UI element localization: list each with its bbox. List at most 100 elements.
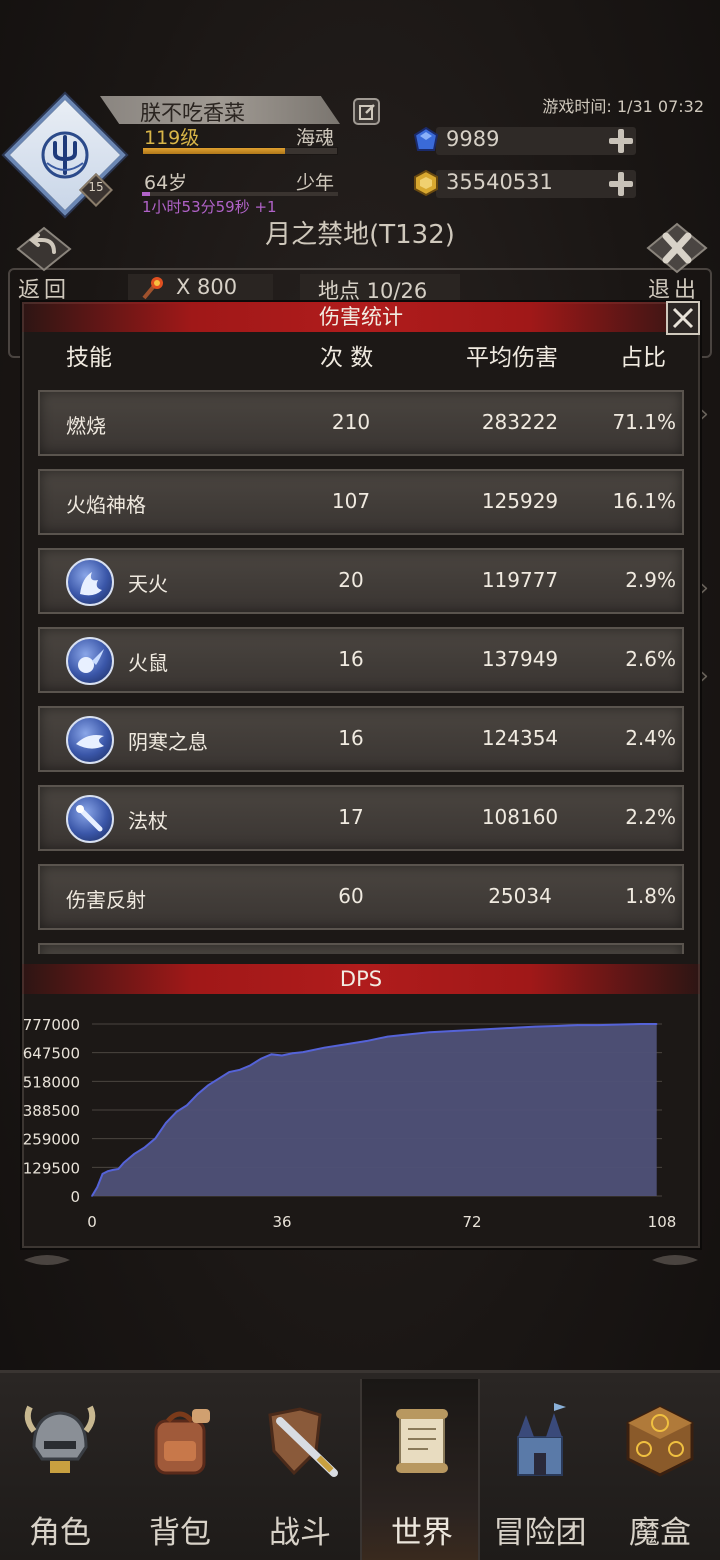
- dps-point: [165, 1122, 167, 1124]
- skill-row[interactable]: 天火 20 119777 2.9%: [38, 548, 684, 614]
- dps-point: [117, 1168, 120, 1170]
- player-level: 119级: [144, 127, 200, 149]
- dps-point: [555, 1025, 558, 1027]
- dps-point: [133, 1153, 136, 1155]
- exit-x-icon[interactable]: [646, 222, 708, 274]
- helmet-icon: [20, 1401, 100, 1481]
- dps-point: [143, 1146, 146, 1149]
- chevron-right-icon[interactable]: ›: [700, 402, 709, 427]
- skill-name: 阴寒之息: [128, 730, 208, 754]
- exit-button[interactable]: 退出: [648, 272, 700, 304]
- dps-point: [154, 1137, 157, 1140]
- dps-point: [249, 1064, 252, 1067]
- skill-count: 16: [338, 647, 364, 671]
- dps-point: [112, 1169, 114, 1171]
- back-arrow-icon[interactable]: [16, 226, 72, 272]
- nav-tab-label: 战斗: [269, 1515, 331, 1551]
- skill-percent: 2.2%: [625, 805, 676, 829]
- chevron-right-icon[interactable]: ›: [700, 664, 709, 689]
- skill-percent: 2.9%: [625, 568, 676, 592]
- backpack-icon: [140, 1401, 220, 1481]
- add-gems-icon[interactable]: [609, 129, 633, 153]
- back-button[interactable]: 返回: [18, 272, 70, 304]
- skill-count: 16: [338, 726, 364, 750]
- dps-point: [196, 1093, 199, 1095]
- dps-point: [597, 1024, 600, 1026]
- dps-point: [450, 1030, 452, 1032]
- dps-point: [238, 1069, 241, 1071]
- dps-point: [228, 1071, 231, 1073]
- dps-point: [655, 1023, 658, 1025]
- skill-row[interactable]: 法杖 17 108160 2.2%: [38, 785, 684, 851]
- scroll-icon: [382, 1401, 462, 1481]
- dps-point: [471, 1029, 473, 1031]
- skill-name: 火鼠: [128, 651, 168, 675]
- skill-percent: 2.4%: [625, 726, 676, 750]
- dps-point: [640, 1023, 642, 1025]
- nav-tab-label: 背包: [149, 1515, 211, 1551]
- player-stage: 少年: [296, 172, 335, 194]
- close-button[interactable]: [666, 301, 700, 335]
- dps-point: [513, 1026, 516, 1029]
- skill-count: 20: [338, 568, 364, 592]
- y-tick-label: 0: [70, 1188, 80, 1206]
- nav-tab-label: 角色: [29, 1515, 91, 1551]
- dps-chart-svg: 0 129500 259000 388500 518000 647500 777000 0 36…: [23, 1016, 677, 1231]
- column-header-percent: 占比: [620, 345, 666, 371]
- close-icon: [672, 307, 694, 329]
- skill-avg-damage: 119777: [481, 568, 559, 592]
- skill-row[interactable]: 燃烧 210 283222 71.1%: [38, 390, 684, 456]
- skill-count: 60: [338, 884, 364, 908]
- skill-row[interactable]: 伤害反射 60 25034 1.8%: [38, 864, 684, 930]
- nav-tab[interactable]: 背包: [120, 1379, 240, 1560]
- bottom-nav: 角色 背包 战斗 世界 冒险团 魔盒: [0, 1370, 720, 1560]
- skill-row[interactable]: 火鼠 16 137949 2.6%: [38, 627, 684, 693]
- nav-tab[interactable]: 角色: [0, 1379, 120, 1560]
- add-gold-icon[interactable]: [609, 172, 633, 196]
- x-tick-label: 108: [648, 1213, 677, 1231]
- y-tick-label: 129500: [23, 1159, 80, 1177]
- skill-name: 燃烧: [66, 414, 106, 438]
- column-header-count: 次 数: [320, 345, 374, 371]
- dps-point: [186, 1104, 188, 1107]
- staff-icon: [66, 795, 114, 843]
- dps-point: [618, 1023, 621, 1026]
- skill-row[interactable]: 火焰神格 107 125929 16.1%: [38, 469, 684, 535]
- nav-tab[interactable]: 世界: [360, 1379, 480, 1560]
- dps-point: [407, 1033, 410, 1036]
- skill-avg-damage: 137949: [481, 647, 559, 671]
- dps-point: [428, 1031, 431, 1033]
- skill-avg-damage: 125929: [481, 489, 559, 513]
- nav-tab-label: 魔盒: [629, 1515, 691, 1551]
- fire-rat-icon: [66, 637, 114, 685]
- dps-point: [217, 1077, 220, 1080]
- x-tick-label: 36: [272, 1213, 291, 1231]
- sky-fire-icon: [66, 558, 114, 606]
- column-header-avg-damage: 平均伤害: [466, 345, 558, 371]
- skill-row[interactable]: 阴寒之息 16 124354 2.4%: [38, 706, 684, 772]
- nav-tab[interactable]: 战斗: [240, 1379, 360, 1560]
- column-header-skill: 技能: [66, 345, 112, 371]
- y-tick-label: 777000: [23, 1016, 80, 1034]
- ornament-right-icon: [652, 1255, 698, 1265]
- dps-point: [323, 1046, 326, 1049]
- y-tick-label: 647500: [23, 1045, 80, 1063]
- dps-chart: 0 129500 259000 388500 518000 647500 777000 0 36…: [22, 996, 700, 1246]
- edit-name-icon[interactable]: [353, 98, 380, 125]
- skill-avg-damage: 124354: [481, 726, 559, 750]
- nav-tab[interactable]: 魔盒: [600, 1379, 720, 1560]
- nav-tab-label: 世界: [391, 1515, 453, 1551]
- dps-point: [107, 1170, 109, 1173]
- dialog-footer: [22, 1248, 700, 1272]
- dps-point: [302, 1051, 304, 1053]
- nav-tab-label: 冒险团: [493, 1515, 587, 1551]
- blue-gem-icon: [412, 126, 440, 154]
- nav-tab[interactable]: 冒险团: [480, 1379, 600, 1560]
- y-tick-label: 518000: [23, 1073, 80, 1091]
- y-tick-label: 388500: [23, 1102, 80, 1120]
- skill-count: 210: [331, 410, 371, 434]
- skill-row-partial[interactable]: [38, 943, 684, 954]
- chevron-right-icon[interactable]: ›: [700, 576, 709, 601]
- skill-list[interactable]: 燃烧 210 283222 71.1% 火焰神格 107 125929 16.1% 天火 20 11…: [22, 380, 700, 954]
- skill-name: 火焰神格: [66, 493, 146, 517]
